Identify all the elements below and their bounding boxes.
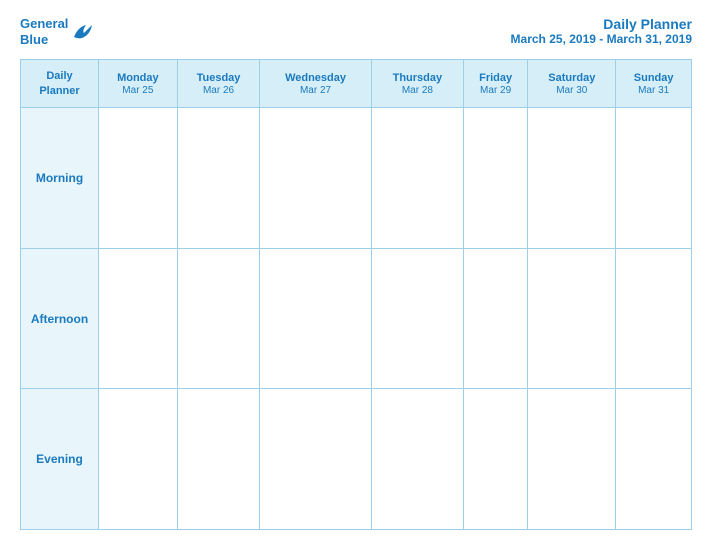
label-line2: Planner	[39, 85, 79, 97]
planner-title: Daily Planner	[511, 16, 692, 32]
row-label-afternoon: Afternoon	[21, 248, 99, 389]
col-saturday-date: Mar 30	[530, 85, 613, 96]
title-block: Daily Planner March 25, 2019 - March 31,…	[511, 16, 692, 46]
table-row-afternoon: Afternoon	[21, 248, 692, 389]
col-friday-date: Mar 29	[466, 85, 525, 96]
col-monday-date: Mar 25	[101, 85, 175, 96]
cell-wednesday-afternoon[interactable]	[260, 248, 372, 389]
col-saturday: Saturday Mar 30	[528, 60, 616, 108]
planner-table: Daily Planner Monday Mar 25 Tuesday Mar …	[20, 59, 692, 530]
col-sunday-day: Sunday	[618, 71, 689, 85]
col-sunday-date: Mar 31	[618, 85, 689, 96]
label-line1: Daily	[46, 70, 72, 82]
col-tuesday: Tuesday Mar 26	[177, 60, 260, 108]
cell-friday-evening[interactable]	[463, 389, 527, 530]
logo: General Blue	[20, 16, 94, 47]
cell-thursday-evening[interactable]	[371, 389, 463, 530]
logo-blue: Blue	[20, 32, 48, 47]
row-label-morning: Morning	[21, 108, 99, 249]
table-row-evening: Evening	[21, 389, 692, 530]
cell-friday-afternoon[interactable]	[463, 248, 527, 389]
cell-monday-morning[interactable]	[99, 108, 178, 249]
row-label-evening: Evening	[21, 389, 99, 530]
cell-sunday-afternoon[interactable]	[616, 248, 692, 389]
cell-saturday-afternoon[interactable]	[528, 248, 616, 389]
col-wednesday-day: Wednesday	[262, 71, 369, 85]
col-thursday-date: Mar 28	[374, 85, 461, 96]
cell-saturday-evening[interactable]	[528, 389, 616, 530]
col-wednesday: Wednesday Mar 27	[260, 60, 372, 108]
col-tuesday-day: Tuesday	[180, 71, 258, 85]
col-thursday: Thursday Mar 28	[371, 60, 463, 108]
col-wednesday-date: Mar 27	[262, 85, 369, 96]
col-monday: Monday Mar 25	[99, 60, 178, 108]
cell-tuesday-morning[interactable]	[177, 108, 260, 249]
cell-tuesday-evening[interactable]	[177, 389, 260, 530]
cell-wednesday-morning[interactable]	[260, 108, 372, 249]
page-header: General Blue Daily Planner March 25, 201…	[20, 16, 692, 47]
cell-thursday-afternoon[interactable]	[371, 248, 463, 389]
planner-date-range: March 25, 2019 - March 31, 2019	[511, 32, 692, 46]
col-friday-day: Friday	[466, 71, 525, 85]
table-header-row: Daily Planner Monday Mar 25 Tuesday Mar …	[21, 60, 692, 108]
col-friday: Friday Mar 29	[463, 60, 527, 108]
col-thursday-day: Thursday	[374, 71, 461, 85]
table-header-label: Daily Planner	[21, 60, 99, 108]
logo-text: General Blue	[20, 16, 68, 47]
table-row-morning: Morning	[21, 108, 692, 249]
col-sunday: Sunday Mar 31	[616, 60, 692, 108]
cell-thursday-morning[interactable]	[371, 108, 463, 249]
cell-sunday-morning[interactable]	[616, 108, 692, 249]
cell-monday-afternoon[interactable]	[99, 248, 178, 389]
cell-saturday-morning[interactable]	[528, 108, 616, 249]
col-monday-day: Monday	[101, 71, 175, 85]
cell-sunday-evening[interactable]	[616, 389, 692, 530]
col-tuesday-date: Mar 26	[180, 85, 258, 96]
cell-wednesday-evening[interactable]	[260, 389, 372, 530]
logo-bird-icon	[72, 23, 94, 41]
logo-general: General	[20, 16, 68, 31]
cell-tuesday-afternoon[interactable]	[177, 248, 260, 389]
cell-monday-evening[interactable]	[99, 389, 178, 530]
cell-friday-morning[interactable]	[463, 108, 527, 249]
col-saturday-day: Saturday	[530, 71, 613, 85]
